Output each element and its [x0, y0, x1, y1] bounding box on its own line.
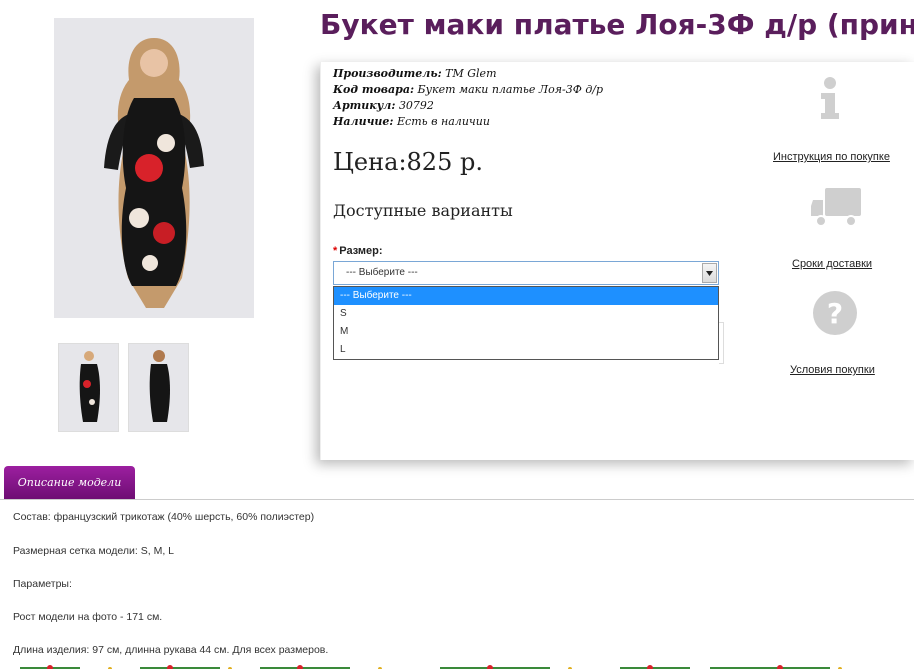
- product-price: Цена:825 р.: [333, 148, 483, 176]
- description-composition: Состав: французский трикотаж (40% шерсть…: [13, 511, 315, 523]
- product-main-image[interactable]: [54, 18, 254, 318]
- size-option-l[interactable]: L: [334, 341, 718, 359]
- size-option-placeholder[interactable]: --- Выберите ---: [334, 287, 718, 305]
- product-title: Букет маки платье Лоя-3Ф д/р (принт): [320, 8, 914, 41]
- purchase-conditions-link[interactable]: Условия покупки: [790, 364, 875, 376]
- product-code-row: Код товара: Букет маки платье Лоя-3Ф д/р: [333, 82, 603, 98]
- stock-value: Есть в наличии: [397, 115, 490, 128]
- truck-icon[interactable]: [811, 186, 861, 233]
- stock-row: Наличие: Есть в наличии: [333, 114, 603, 130]
- size-label: * Размер:: [333, 245, 383, 257]
- description-size-grid: Размерная сетка модели: S, M, L: [13, 545, 174, 557]
- sku-value: 30792: [398, 99, 434, 112]
- tab-model-description[interactable]: Описание модели: [4, 466, 135, 500]
- variants-heading: Доступные варианты: [333, 201, 513, 220]
- size-option-s[interactable]: S: [334, 305, 718, 323]
- product-thumbnail-back[interactable]: [128, 343, 189, 432]
- required-marker: *: [333, 245, 338, 257]
- size-select[interactable]: --- Выберите ---: [333, 261, 719, 285]
- decorative-garland: [20, 660, 914, 669]
- size-dropdown-list: --- Выберите --- S M L: [333, 286, 719, 360]
- info-icon[interactable]: [818, 77, 842, 124]
- purchase-instructions-link[interactable]: Инструкция по покупке: [773, 151, 890, 163]
- product-code-label: Код товара:: [333, 83, 415, 96]
- chevron-down-icon[interactable]: [702, 263, 717, 283]
- description-model-height: Рост модели на фото - 171 см.: [13, 611, 163, 623]
- svg-text:?: ?: [827, 297, 843, 330]
- product-info-panel: Производитель: ТМ Glem Код товара: Букет…: [320, 62, 914, 460]
- stock-label: Наличие:: [333, 115, 394, 128]
- sku-label: Артикул:: [333, 99, 396, 112]
- product-info-list: Производитель: ТМ Glem Код товара: Букет…: [333, 66, 603, 130]
- select-shadow-box: [719, 322, 724, 364]
- manufacturer-label: Производитель:: [333, 67, 442, 80]
- description-params-heading: Параметры:: [13, 578, 72, 590]
- size-option-m[interactable]: M: [334, 323, 718, 341]
- description-length: Длина изделия: 97 см, длинна рукава 44 с…: [13, 644, 329, 656]
- product-code-value: Букет маки платье Лоя-3Ф д/р: [417, 83, 604, 96]
- size-select-value: --- Выберите ---: [346, 267, 418, 278]
- product-thumbnail-front[interactable]: [58, 343, 119, 432]
- manufacturer-row: Производитель: ТМ Glem: [333, 66, 603, 82]
- delivery-terms-link[interactable]: Сроки доставки: [792, 258, 872, 270]
- manufacturer-value: ТМ Glem: [445, 67, 497, 80]
- tab-divider: [0, 499, 914, 500]
- question-icon[interactable]: ?: [812, 290, 858, 341]
- size-label-text: Размер:: [339, 245, 383, 257]
- sku-row: Артикул: 30792: [333, 98, 603, 114]
